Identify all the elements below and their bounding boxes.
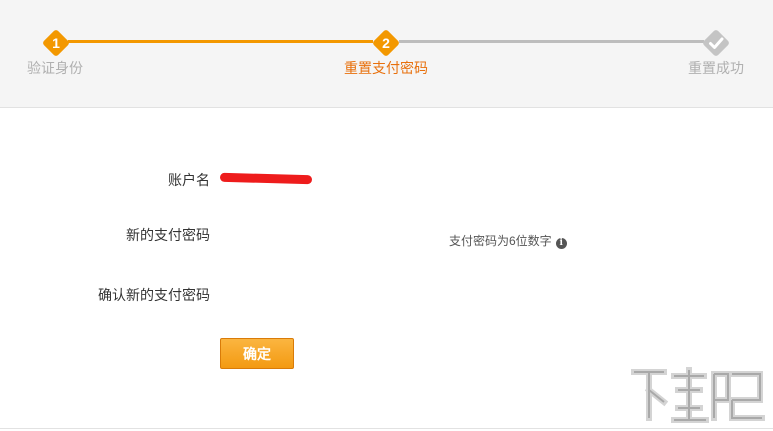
redaction-mark	[219, 172, 313, 185]
info-icon[interactable]: i	[555, 238, 567, 249]
step-2-label: 重置支付密码	[344, 60, 428, 76]
password-hint-text: 支付密码为6位数字	[449, 234, 552, 248]
account-name-value	[219, 168, 313, 188]
step-3-label: 重置成功	[688, 60, 744, 76]
step-1-label: 验证身份	[27, 60, 83, 76]
site-watermark-logo	[631, 367, 765, 423]
progress-track-completed	[68, 40, 373, 43]
new-payment-password-label: 新的支付密码	[126, 227, 210, 243]
account-name-label: 账户名	[168, 172, 210, 188]
step-2-number: 2	[382, 35, 390, 51]
confirm-button[interactable]: 确定	[220, 338, 294, 369]
reset-payment-password-page: 1 2 验证身份 重置支付密码 重置成功 账户名 新的支付密码 确认新的支付密码…	[0, 0, 773, 431]
confirm-payment-password-label: 确认新的支付密码	[98, 287, 210, 303]
step-1-marker: 1	[41, 28, 71, 58]
step-2-marker: 2	[371, 28, 401, 58]
step-1-number: 1	[52, 35, 60, 51]
checkmark-icon	[709, 37, 724, 49]
step-progress-bar: 1 2 验证身份 重置支付密码 重置成功	[0, 0, 773, 108]
progress-track-remaining	[399, 40, 704, 43]
step-3-marker	[701, 28, 731, 58]
password-hint: 支付密码为6位数字 i	[449, 232, 567, 249]
